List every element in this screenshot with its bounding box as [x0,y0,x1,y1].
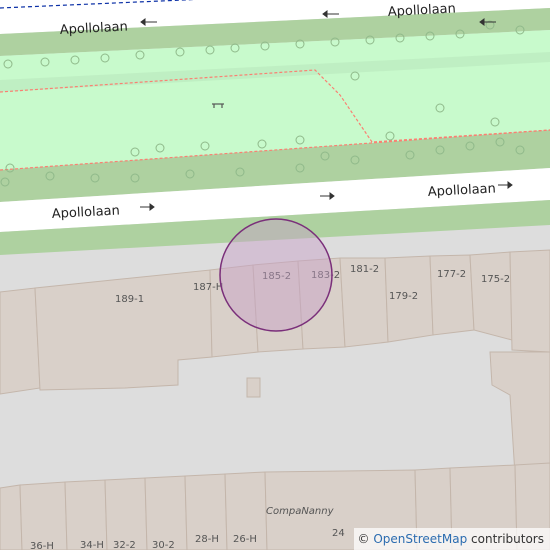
house-number-189-1: 189-1 [115,294,144,305]
copyright-symbol: © [357,532,370,546]
poi-companany[interactable]: CompaNanny [266,506,335,517]
house-number-26-h: 26-H [233,534,257,545]
house-number-36-h: 36-H [30,541,54,550]
house-number-175-2: 175-2 [481,274,510,285]
house-number-32-2: 32-2 [113,540,136,550]
openstreetmap-link[interactable]: OpenStreetMap [373,532,467,546]
house-number-24: 24 [332,528,345,539]
house-number-28-h: 28-H [195,534,219,545]
map-view[interactable]: Apollolaan Apollolaan Apollolaan Apollol… [0,0,550,550]
house-number-179-2: 179-2 [389,291,418,302]
house-number-177-2: 177-2 [437,269,466,280]
map-canvas: Apollolaan Apollolaan Apollolaan Apollol… [0,0,550,550]
house-number-181-2: 181-2 [350,264,379,275]
house-number-187-h: 187-H [193,282,223,293]
map-attribution: © OpenStreetMap contributors [353,528,550,550]
location-marker[interactable] [219,218,333,332]
attribution-suffix: contributors [467,532,544,546]
house-number-30-2: 30-2 [152,540,175,550]
house-number-34-h: 34-H [80,540,104,550]
